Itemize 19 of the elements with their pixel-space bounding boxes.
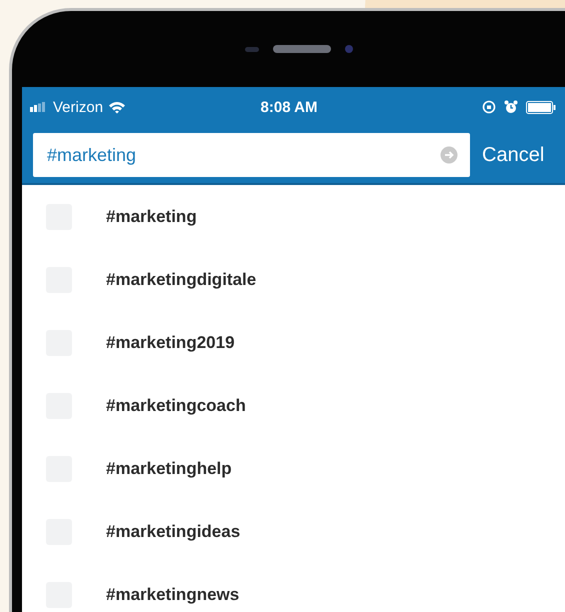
rotation-lock-icon bbox=[482, 100, 496, 114]
search-field[interactable]: #marketing bbox=[33, 133, 470, 177]
hashtag-suggestion[interactable]: #marketingdigitale bbox=[22, 248, 565, 311]
hashtag-suggestion[interactable]: #marketing2019 bbox=[22, 311, 565, 374]
speaker-icon bbox=[273, 45, 331, 53]
hashtag-suggestion[interactable]: #marketingnews bbox=[22, 563, 565, 612]
cancel-button[interactable]: Cancel bbox=[482, 144, 544, 166]
signal-icon bbox=[30, 102, 48, 112]
wifi-icon bbox=[108, 100, 126, 114]
carrier-name: Verizon bbox=[53, 98, 104, 116]
camera-icon bbox=[345, 45, 353, 53]
hashtag-suggestion[interactable]: #marketinghelp bbox=[22, 437, 565, 500]
hashtag-suggestion[interactable]: #marketingideas bbox=[22, 500, 565, 563]
hashtag-suggestion[interactable]: #marketingcoach bbox=[22, 374, 565, 437]
hashtag-suggestion[interactable]: #marketing bbox=[22, 185, 565, 248]
alarm-icon bbox=[504, 100, 518, 114]
sensor-icon bbox=[245, 46, 259, 52]
battery-icon bbox=[526, 100, 556, 114]
status-time: 8:08 AM bbox=[260, 98, 318, 116]
